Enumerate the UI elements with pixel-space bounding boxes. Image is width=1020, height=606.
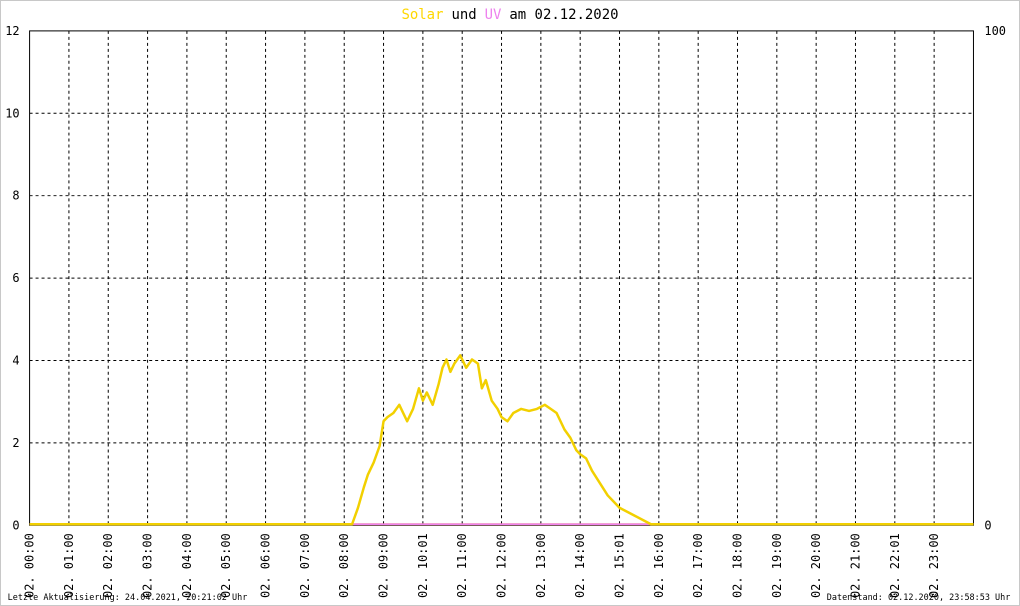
- y-tick-label-left: 12: [5, 24, 19, 38]
- x-tick-label: 02. 23:00: [927, 533, 941, 598]
- x-tick-label: 02. 19:00: [770, 533, 784, 598]
- y-tick-label-left: 0: [12, 518, 19, 532]
- y-tick-label-right: 0: [984, 518, 991, 532]
- title-date: am 02.12.2020: [509, 7, 618, 23]
- x-tick-label: 02. 11:00: [455, 533, 469, 598]
- x-tick-label: 02. 18:00: [730, 533, 744, 598]
- x-tick-label: 02. 05:00: [219, 533, 233, 598]
- title-uv: UV: [485, 7, 502, 23]
- y-tick-label-left: 2: [12, 436, 19, 450]
- x-axis: 02. 00:00 02. 01:00 02. 02:00 02. 03:00 02. …: [23, 533, 942, 598]
- y-axis-right: 0 100: [984, 24, 1006, 532]
- footer-right: Datenstand: 02.12.2020, 23:58:53 Uhr: [827, 592, 1011, 602]
- y-tick-label-left: 6: [12, 271, 19, 285]
- x-tick-label: 02. 08:00: [337, 533, 351, 598]
- x-tick-label: 02. 16:00: [652, 533, 666, 598]
- x-tick-label: 02. 01:00: [62, 533, 76, 598]
- x-tick-label: 02. 09:00: [377, 533, 391, 598]
- title-solar: Solar: [402, 7, 444, 23]
- x-tick-label: 02. 14:00: [573, 533, 587, 598]
- y-tick-label-left: 4: [12, 353, 19, 367]
- x-tick-label: 02. 00:00: [23, 533, 37, 598]
- x-tick-label: 02. 20:00: [809, 533, 823, 598]
- x-tick-label: 02. 04:00: [180, 533, 194, 598]
- x-tick-label: 02. 10:01: [416, 533, 430, 598]
- chart-title: Solar und UV am 02.12.2020: [402, 7, 619, 23]
- x-tick-label: 02. 06:00: [259, 533, 273, 598]
- title-und: und: [451, 7, 476, 23]
- grid: [29, 30, 974, 526]
- x-tick-label: 02. 07:00: [298, 533, 312, 598]
- x-tick-label: 02. 21:00: [848, 533, 862, 598]
- x-tick-label: 02. 12:00: [495, 533, 509, 598]
- x-tick-label: 02. 17:00: [691, 533, 705, 598]
- x-tick-label: 02. 13:00: [534, 533, 548, 598]
- x-tick-label: 02. 15:01: [612, 533, 626, 598]
- y-tick-label-right: 100: [984, 24, 1006, 38]
- x-tick-label: 02. 02:00: [101, 533, 115, 598]
- footer-left: Letzte Aktualisierung: 24.04.2021, 20:21…: [8, 592, 248, 602]
- y-axis-left: 0 2 4 6 8 10 12: [5, 24, 19, 532]
- y-tick-label-left: 8: [12, 189, 19, 203]
- y-tick-label-left: 10: [5, 106, 19, 120]
- chart: Solar und UV am 02.12.2020 0 2 4 6 8 10 12 0 100 0…: [0, 0, 1020, 606]
- x-tick-label: 02. 03:00: [141, 533, 155, 598]
- x-tick-label: 02. 22:01: [888, 533, 902, 598]
